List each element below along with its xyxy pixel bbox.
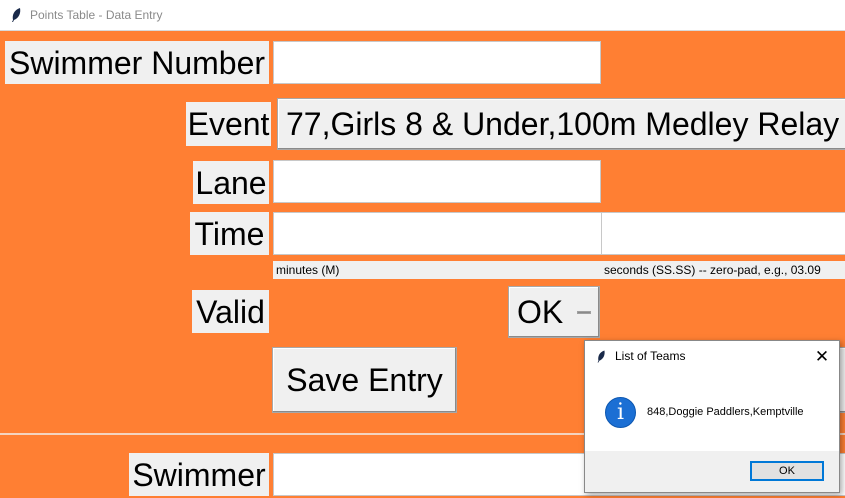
feather-icon <box>12 8 21 22</box>
save-entry-button[interactable]: Save Entry <box>272 347 457 413</box>
time-minutes-input[interactable] <box>273 212 602 255</box>
dialog-title: List of Teams <box>615 349 686 363</box>
dialog-title-bar: List of Teams ✕ <box>585 341 839 372</box>
valid-option-value: OK <box>517 293 564 330</box>
swimmer-label: Swimmer <box>129 453 269 496</box>
window-title-bar: Points Table - Data Entry <box>0 0 845 31</box>
dialog-body: i 848,Doggie Paddlers,Kemptville <box>585 372 839 451</box>
lane-label: Lane <box>193 161 269 204</box>
time-seconds-input[interactable] <box>601 212 845 255</box>
window-title: Points Table - Data Entry <box>30 8 163 22</box>
dialog-ok-button[interactable]: OK <box>750 461 824 481</box>
valid-label: Valid <box>192 290 269 333</box>
valid-option-menu[interactable]: OK <box>508 286 600 338</box>
event-dropdown-value: 77,Girls 8 & Under,100m Medley Relay <box>286 105 840 142</box>
dialog-message: 848,Doggie Paddlers,Kemptville <box>647 406 804 418</box>
event-label: Event <box>186 102 271 146</box>
swimmer-number-label: Swimmer Number <box>5 41 269 84</box>
swimmer-number-input[interactable] <box>273 41 601 84</box>
time-label: Time <box>190 212 269 255</box>
option-menu-indicator-icon <box>577 311 591 314</box>
event-dropdown[interactable]: 77,Girls 8 & Under,100m Medley Relay <box>277 98 845 150</box>
info-icon: i <box>605 397 636 428</box>
list-of-teams-dialog[interactable]: List of Teams ✕ i 848,Doggie Paddlers,Ke… <box>584 340 840 493</box>
close-icon[interactable]: ✕ <box>811 346 833 368</box>
minutes-hint: minutes (M) <box>273 261 602 279</box>
lane-input[interactable] <box>273 160 601 203</box>
feather-icon <box>597 350 605 363</box>
seconds-hint: seconds (SS.SS) -- zero-pad, e.g., 03.09 <box>601 261 845 279</box>
